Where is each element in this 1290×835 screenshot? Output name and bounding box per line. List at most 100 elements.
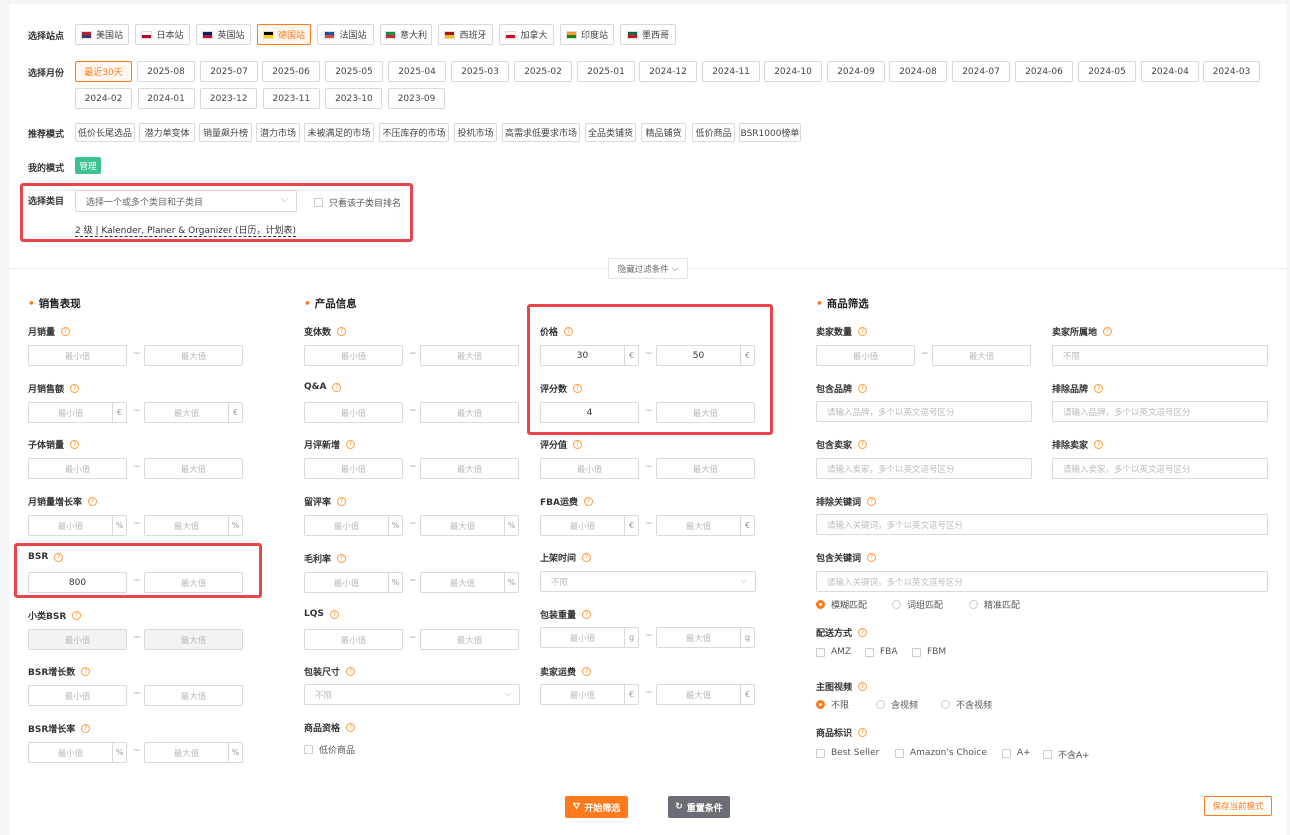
monthly-reviews-min[interactable]: 最小值 [304, 458, 403, 479]
month-chip-10[interactable]: 2024-11 [702, 61, 760, 82]
month-chip-20[interactable]: 2024-01 [137, 88, 195, 109]
listing-time-select[interactable]: 不限 ⌵ [540, 571, 756, 592]
rating-max[interactable]: 最大值 [656, 458, 755, 479]
subcat-only-checkbox[interactable]: 只看该子类目排名 [314, 196, 401, 209]
mode-chip-4[interactable]: 未被满足的市场 [304, 123, 374, 142]
month-chip-6[interactable]: 2025-03 [451, 61, 509, 82]
include-keyword-input[interactable]: 请输入关键词，多个以英文逗号区分 [816, 571, 1268, 592]
bsr-growth-rate-min[interactable]: 最小值% [28, 742, 127, 763]
site-chip-4[interactable]: 法国站 [317, 24, 374, 45]
site-chip-3[interactable]: 德国站 [257, 24, 311, 45]
badge-amazon-choice-checkbox[interactable]: Amazon's Choice [895, 748, 987, 758]
exclude-seller-input[interactable]: 请输入卖家，多个以英文逗号区分 [1052, 458, 1268, 479]
month-chip-9[interactable]: 2024-12 [639, 61, 697, 82]
month-chip-14[interactable]: 2024-07 [952, 61, 1010, 82]
reset-button[interactable]: ↻ 重置条件 [668, 796, 730, 818]
fba-fee-min[interactable]: 最小值 € [540, 515, 639, 536]
review-rate-max[interactable]: 最大值% [420, 515, 519, 536]
bsr-min[interactable]: 800 [28, 572, 127, 593]
exclude-keyword-input[interactable]: 请输入关键词，多个以英文逗号区分 [816, 514, 1268, 535]
month-chip-5[interactable]: 2025-04 [388, 61, 446, 82]
month-chip-4[interactable]: 2025-05 [325, 61, 383, 82]
site-chip-2[interactable]: 英国站 [196, 24, 251, 45]
seller-count-min[interactable]: 最小值 [816, 345, 915, 366]
child-sales-min[interactable]: 最小值 [28, 458, 127, 479]
month-chip-11[interactable]: 2024-10 [764, 61, 822, 82]
month-chip-18[interactable]: 2024-03 [1203, 61, 1260, 82]
monthly-revenue-min[interactable]: 最小值 € [28, 402, 127, 423]
seller-count-max[interactable]: 最大值 [932, 345, 1031, 366]
site-chip-6[interactable]: 西班牙 [438, 24, 493, 45]
month-chip-7[interactable]: 2025-02 [514, 61, 572, 82]
bsr-max[interactable]: 最大值 [144, 572, 243, 593]
category-select[interactable]: 选择一个或多个类目和子类目 ⌵ [75, 190, 297, 212]
delivery-amz-checkbox[interactable]: AMZ [816, 647, 851, 657]
start-filter-button[interactable]: ⛛ 开始筛选 [565, 796, 628, 818]
selected-category-tag[interactable]: 2 级 | Kalender, Planer & Organizer (日历，计… [75, 223, 297, 237]
delivery-fba-checkbox[interactable]: FBA [865, 647, 898, 657]
site-chip-9[interactable]: 墨西哥 [620, 24, 676, 45]
month-chip-17[interactable]: 2024-04 [1141, 61, 1199, 82]
variants-max[interactable]: 最大值 [420, 345, 519, 366]
gross-margin-max[interactable]: 最大值% [420, 572, 519, 593]
package-weight-min[interactable]: 最小值 g [540, 627, 639, 648]
badge-bestseller-checkbox[interactable]: Best Seller [816, 748, 879, 758]
mode-chip-7[interactable]: 高需求低要求市场 [502, 123, 580, 142]
site-chip-1[interactable]: 日本站 [135, 24, 190, 45]
month-chip-21[interactable]: 2023-12 [200, 88, 258, 109]
month-chip-16[interactable]: 2024-05 [1078, 61, 1136, 82]
price-min[interactable]: 30 € [540, 345, 639, 366]
monthly-reviews-max[interactable]: 最大值 [420, 458, 519, 479]
site-chip-7[interactable]: 加拿大 [499, 24, 554, 45]
seller-shipping-max[interactable]: 最大值 € [656, 684, 755, 705]
delivery-fbm-checkbox[interactable]: FBM [912, 647, 946, 657]
package-size-select[interactable]: 不限 ⌵ [304, 684, 520, 705]
qa-max[interactable]: 最大值 [420, 402, 519, 423]
gross-margin-min[interactable]: 最小值% [304, 572, 403, 593]
monthly-sales-max[interactable]: 最大值 [144, 345, 243, 366]
monthly-revenue-max[interactable]: 最大值 € [144, 402, 243, 423]
video-with-radio[interactable]: 含视频 [876, 698, 918, 711]
badge-aplus-checkbox[interactable]: A+ [1002, 748, 1031, 758]
month-chip-2[interactable]: 2025-07 [200, 61, 258, 82]
mode-chip-11[interactable]: BSR1000榜单 [739, 123, 801, 142]
include-brand-input[interactable]: 请输入品牌，多个以英文逗号区分 [816, 401, 1032, 422]
mode-chip-2[interactable]: 销量飙升榜 [199, 123, 252, 142]
badge-no-aplus-checkbox[interactable]: 不含A+ [1043, 748, 1090, 761]
month-chip-8[interactable]: 2025-01 [577, 61, 635, 82]
low-price-checkbox[interactable]: 低价商品 [304, 743, 355, 756]
month-chip-19[interactable]: 2024-02 [75, 88, 132, 109]
month-chip-1[interactable]: 2025-08 [137, 61, 195, 82]
sales-growth-max[interactable]: 最大值% [144, 515, 243, 536]
month-chip-12[interactable]: 2024-09 [827, 61, 885, 82]
seller-shipping-min[interactable]: 最小值 € [540, 684, 639, 705]
package-weight-max[interactable]: 最大值 g [656, 627, 755, 648]
video-without-radio[interactable]: 不含视频 [941, 698, 992, 711]
site-chip-5[interactable]: 意大利 [380, 24, 432, 45]
price-max[interactable]: 50 € [656, 345, 755, 366]
site-chip-8[interactable]: 印度站 [560, 24, 614, 45]
review-rate-min[interactable]: 最小值% [304, 515, 403, 536]
fba-fee-max[interactable]: 最大值 € [656, 515, 755, 536]
lqs-max[interactable]: 最大值 [420, 629, 519, 650]
month-chip-23[interactable]: 2023-10 [325, 88, 383, 109]
match-exact-radio[interactable]: 精准匹配 [969, 598, 1020, 611]
bsr-growth-count-min[interactable]: 最小值 [28, 685, 127, 706]
mode-chip-8[interactable]: 全品类铺货 [585, 123, 636, 142]
mode-chip-6[interactable]: 投机市场 [454, 123, 497, 142]
reviews-max[interactable]: 最大值 [656, 402, 755, 423]
lqs-min[interactable]: 最小值 [304, 629, 403, 650]
bsr-growth-count-max[interactable]: 最大值 [144, 685, 243, 706]
rating-min[interactable]: 最小值 [540, 458, 639, 479]
mode-chip-0[interactable]: 低价长尾选品 [75, 123, 135, 142]
match-phrase-radio[interactable]: 词组匹配 [892, 598, 943, 611]
reviews-min[interactable]: 4 [540, 402, 639, 423]
month-chip-0[interactable]: 最近30天 [75, 61, 132, 82]
child-sales-max[interactable]: 最大值 [144, 458, 243, 479]
match-fuzzy-radio[interactable]: 模糊匹配 [816, 598, 867, 611]
save-mode-button[interactable]: 保存当前模式 [1204, 796, 1272, 816]
mode-chip-3[interactable]: 潜力市场 [256, 123, 300, 142]
sales-growth-min[interactable]: 最小值% [28, 515, 127, 536]
month-chip-13[interactable]: 2024-08 [889, 61, 947, 82]
variants-min[interactable]: 最小值 [304, 345, 403, 366]
